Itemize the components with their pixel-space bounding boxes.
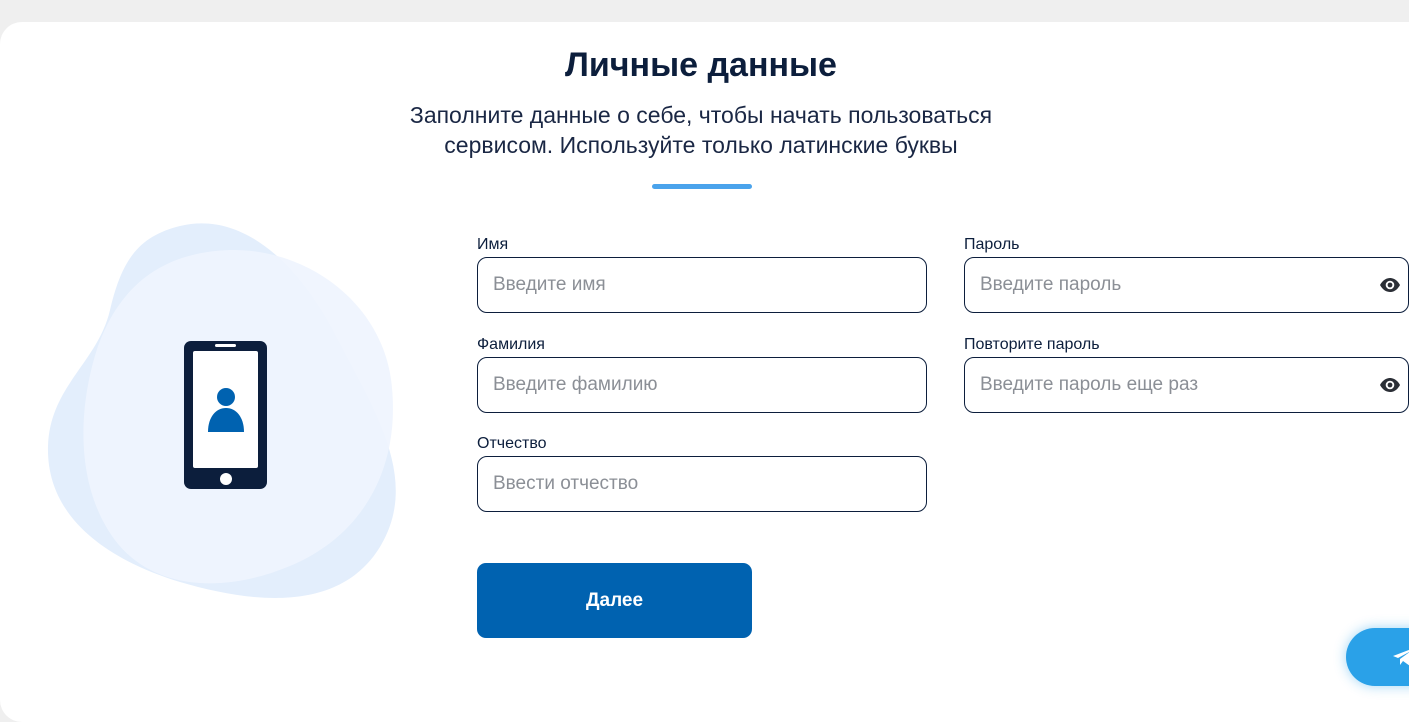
patronymic-label: Отчество — [477, 435, 547, 452]
password-repeat-field — [964, 357, 1409, 413]
telegram-icon — [1393, 649, 1409, 666]
page-subtitle: Заполните данные о себе, чтобы начать по… — [351, 100, 1051, 160]
subtitle-line-1: Заполните данные о себе, чтобы начать по… — [409, 102, 993, 128]
password-input[interactable] — [980, 258, 1360, 312]
title-divider — [652, 184, 752, 189]
subtitle-line-2: сервисом. Используйте только латинские б… — [444, 132, 958, 158]
password-repeat-input[interactable] — [980, 358, 1360, 412]
first-name-label: Имя — [477, 236, 509, 253]
first-name-input[interactable] — [493, 258, 913, 312]
page-title: Личные данные — [565, 46, 837, 84]
last-name-field — [477, 357, 927, 413]
first-name-field — [477, 257, 927, 313]
last-name-label: Фамилия — [477, 336, 545, 353]
next-button[interactable]: Далее — [477, 563, 752, 638]
eye-icon[interactable] — [1379, 277, 1401, 293]
patronymic-field — [477, 456, 927, 512]
password-label: Пароль — [964, 236, 1020, 253]
phone-user-icon — [184, 341, 267, 489]
chat-button[interactable] — [1346, 628, 1409, 686]
phone-user-illustration — [47, 223, 396, 598]
patronymic-input[interactable] — [493, 457, 913, 511]
password-repeat-label: Повторите пароль — [964, 336, 1100, 353]
eye-icon[interactable] — [1379, 377, 1401, 393]
last-name-input[interactable] — [493, 358, 913, 412]
password-field — [964, 257, 1409, 313]
